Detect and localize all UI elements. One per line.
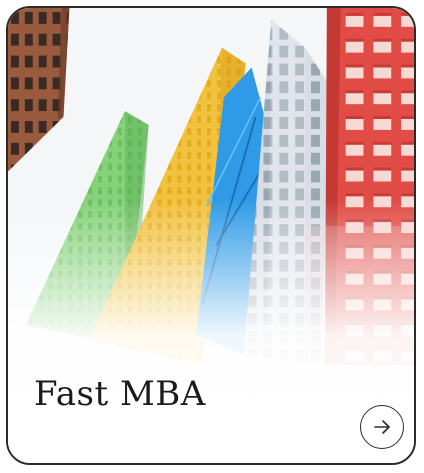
course-card[interactable]: Fast MBA bbox=[6, 6, 416, 465]
card-title: Fast MBA bbox=[34, 374, 206, 414]
arrow-right-icon bbox=[374, 420, 390, 434]
open-course-button[interactable] bbox=[360, 405, 404, 449]
